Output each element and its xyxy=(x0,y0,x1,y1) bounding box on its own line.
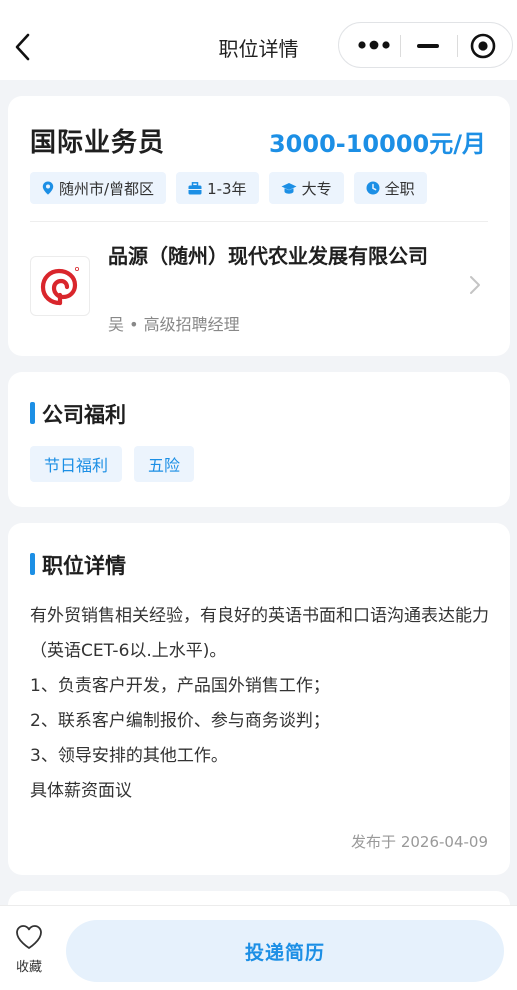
divider xyxy=(30,221,488,222)
section-accent-bar xyxy=(30,402,35,424)
chevron-right-icon[interactable] xyxy=(468,274,482,296)
benefit-tags: 节日福利 五险 xyxy=(30,446,195,482)
benefits-card: 公司福利 节日福利 五险 xyxy=(8,372,510,507)
briefcase-icon xyxy=(188,181,202,194)
clock-icon xyxy=(366,181,380,195)
minimize-icon[interactable] xyxy=(417,44,439,48)
benefit-tag: 五险 xyxy=(134,446,195,482)
tag-education: 大专 xyxy=(268,172,344,204)
publish-date: 发布于 2026-04-09 xyxy=(351,833,488,851)
section-title: 公司福利 xyxy=(42,403,126,427)
description-line: 3、领导安排的其他工作。 xyxy=(30,746,228,766)
job-summary-card: 国际业务员 3000-10000元/月 随州市/曾都区 1-3年 大专 全职 品… xyxy=(8,96,510,356)
benefit-tag: 节日福利 xyxy=(30,446,123,482)
salary: 3000-10000元/月 xyxy=(268,130,486,158)
favorite-button[interactable]: 收藏 xyxy=(8,924,50,975)
job-title: 国际业务员 xyxy=(30,128,166,158)
job-tags: 随州市/曾都区 1-3年 大专 全职 xyxy=(30,172,427,204)
tag-label: 随州市/曾都区 xyxy=(59,179,155,198)
tag-label: 大专 xyxy=(301,179,332,198)
favorite-label: 收藏 xyxy=(15,960,42,975)
company-logo-mark xyxy=(40,266,80,306)
capsule-divider xyxy=(457,35,458,57)
bottom-action-bar: 收藏 投递简历 xyxy=(0,905,517,990)
job-description: 有外贸销售相关经验，有良好的英语书面和口语沟通表达能力（英语CET-6以.上水平… xyxy=(30,599,490,809)
section-accent-bar xyxy=(30,553,35,575)
description-line: 有外贸销售相关经验，有良好的英语书面和口语沟通表达能力（英语CET-6以.上水平… xyxy=(30,606,489,661)
apply-resume-button[interactable]: 投递简历 xyxy=(66,920,504,982)
close-target-icon[interactable] xyxy=(470,33,496,59)
section-title: 职位详情 xyxy=(42,554,126,578)
navigation-bar: 职位详情 xyxy=(0,0,517,80)
tag-job-type: 全职 xyxy=(353,172,427,204)
capsule-divider xyxy=(400,35,401,57)
tag-label: 全职 xyxy=(384,179,415,198)
description-line: 1、负责客户开发，产品国外销售工作； xyxy=(30,676,330,696)
tag-label: 1-3年 xyxy=(207,179,247,198)
company-logo xyxy=(30,256,90,316)
graduation-cap-icon xyxy=(281,182,297,194)
description-line: 2、联系客户编制报价、参与商务谈判； xyxy=(30,711,330,731)
mini-program-capsule xyxy=(338,22,513,68)
description-line: 具体薪资面议 xyxy=(30,781,132,801)
tag-location: 随州市/曾都区 xyxy=(30,172,167,204)
company-name[interactable]: 品源（随州）现代农业发展有限公司 xyxy=(108,240,453,272)
heart-icon xyxy=(16,925,42,949)
more-dots-icon[interactable] xyxy=(357,38,391,52)
location-pin-icon xyxy=(42,181,54,195)
tag-experience: 1-3年 xyxy=(176,172,259,204)
recruiter-info: 吴 • 高级招聘经理 xyxy=(108,315,240,334)
job-details-card: 职位详情 有外贸销售相关经验，有良好的英语书面和口语沟通表达能力（英语CET-6… xyxy=(8,523,510,875)
